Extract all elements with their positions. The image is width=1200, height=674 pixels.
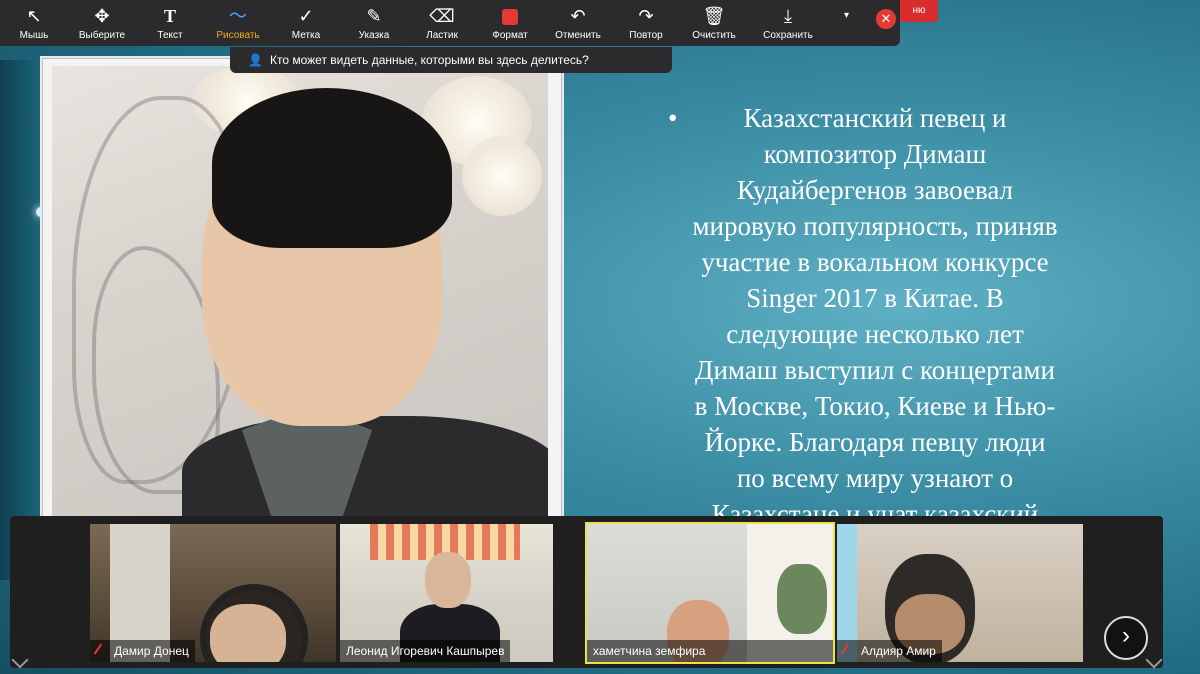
tool-stamp[interactable]: ✓ Метка <box>272 0 340 46</box>
tool-mouse[interactable]: ↖ Мышь <box>0 0 68 46</box>
mic-muted-icon <box>93 643 111 661</box>
tool-select[interactable]: ✥ Выберите <box>68 0 136 46</box>
tool-text[interactable]: T Текст <box>136 0 204 46</box>
tool-save[interactable]: ⤓ Сохранить <box>748 0 828 46</box>
tool-undo[interactable]: ↶ Отменить <box>544 0 612 46</box>
spotlight-icon: ✎ <box>366 5 382 26</box>
save-icon: ⤓ <box>784 5 792 26</box>
people-info-icon: 👤 <box>248 53 263 67</box>
move-icon: ✥ <box>94 5 110 26</box>
share-privacy-notice[interactable]: 👤 Кто может видеть данные, которыми вы з… <box>230 47 672 73</box>
slide-text: Казахстанский певец и композитор Димаш К… <box>692 103 1058 529</box>
stop-share-tab[interactable]: ню <box>900 0 938 22</box>
redo-icon: ↷ <box>638 5 654 26</box>
slide-photo <box>52 66 548 520</box>
next-page-arrow-button[interactable]: › <box>1104 616 1148 660</box>
tool-clear[interactable]: 🗑 Очистить <box>680 0 748 46</box>
undo-icon: ↶ <box>570 5 586 26</box>
save-options-chevron-down-icon[interactable]: ▾ <box>844 10 849 21</box>
participant-video-strip: Дамир Донец Леонид Игоревич Кашпырев хам… <box>10 516 1163 668</box>
eraser-icon: ⌫ <box>429 5 455 26</box>
participant-name: Дамир Донец <box>90 640 195 662</box>
tool-spotlight[interactable]: ✎ Указка <box>340 0 408 46</box>
text-icon: T <box>163 5 176 26</box>
tool-eraser[interactable]: ⌫ Ластик <box>408 0 476 46</box>
participant-name: Леонид Игоревич Кашпырев <box>340 640 511 662</box>
format-swatch-icon <box>502 8 518 25</box>
checkmark-icon: ✓ <box>298 5 314 26</box>
cursor-icon: ↖ <box>26 5 42 26</box>
slide-photo-frame <box>40 56 564 522</box>
share-notice-text: Кто может видеть данные, которыми вы зде… <box>270 53 589 67</box>
participant-tile[interactable]: Дамир Донец <box>90 524 336 662</box>
participant-tile[interactable]: Алдияр Амир <box>837 524 1083 662</box>
mic-muted-icon <box>840 643 858 661</box>
annotation-toolbar: ↖ Мышь ✥ Выберите T Текст 〜 Рисовать ✓ М… <box>0 0 900 46</box>
participant-name: Алдияр Амир <box>837 640 942 662</box>
trash-icon: 🗑 <box>702 5 726 26</box>
draw-icon: 〜 <box>229 5 247 26</box>
tool-redo[interactable]: ↷ Повтор <box>612 0 680 46</box>
tool-draw[interactable]: 〜 Рисовать <box>204 0 272 46</box>
participant-tile[interactable]: Леонид Игоревич Кашпырев <box>340 524 553 662</box>
participant-name: хаметчина земфира <box>587 640 833 662</box>
participant-tile-active-speaker[interactable]: хаметчина земфира <box>585 522 835 664</box>
tool-format[interactable]: Формат <box>476 0 544 46</box>
slide-decoration <box>0 60 40 580</box>
close-annotation-button[interactable]: ✕ <box>876 9 896 29</box>
